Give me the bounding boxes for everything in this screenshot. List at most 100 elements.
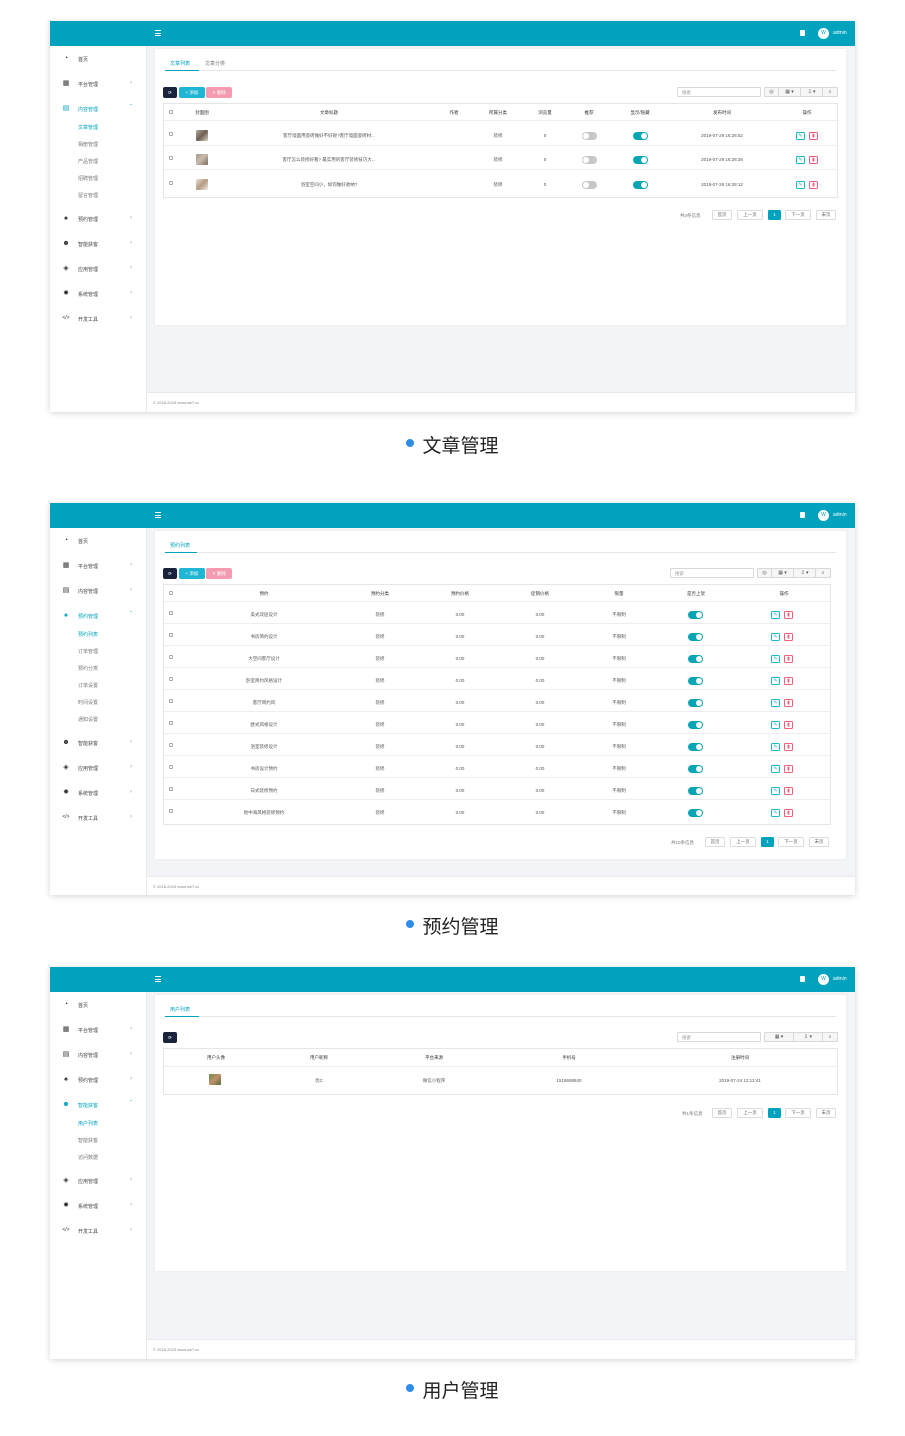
refresh-button[interactable]: ⟳ [163, 568, 177, 579]
sidebar-item-customers[interactable]: ☻ 智能获客 › [50, 237, 147, 251]
search-icon[interactable]: ⌕ [823, 1033, 837, 1041]
edit-icon[interactable]: ✎ [771, 809, 780, 817]
search-icon[interactable]: ⌕ [823, 88, 837, 96]
recommend-toggle[interactable] [582, 181, 597, 189]
pager-last[interactable]: 末页 [809, 837, 829, 847]
row-checkbox[interactable] [169, 132, 173, 136]
columns-dropdown-icon[interactable]: ▦ ▾ [779, 88, 801, 96]
row-checkbox[interactable] [169, 765, 173, 769]
sidebar-item-apps[interactable]: ◈ 应用管理 › [50, 761, 147, 775]
trash-icon[interactable]: ▮ [784, 655, 793, 663]
sidebar-item-system[interactable]: ✹ 系统管理 › [50, 786, 147, 800]
edit-icon[interactable]: ✎ [771, 743, 780, 751]
row-checkbox[interactable] [169, 633, 173, 637]
on-shelf-toggle[interactable] [688, 677, 703, 685]
refresh-button[interactable]: ⟳ [163, 87, 177, 98]
edit-icon[interactable]: ✎ [771, 721, 780, 729]
sidebar-item-content[interactable]: ▤ 内容管理 ˇ [50, 102, 147, 116]
pager-prev[interactable]: 上一页 [737, 1108, 763, 1118]
trash-icon[interactable]: ▮ [784, 611, 793, 619]
on-shelf-toggle[interactable] [688, 809, 703, 817]
tab-article-list[interactable]: 文章列表 [170, 60, 190, 67]
sidebar-item-booking[interactable]: ♠ 预约管理 › [50, 212, 147, 226]
on-shelf-toggle[interactable] [688, 765, 703, 773]
sidebar-subitem[interactable]: 预约列表 [78, 631, 98, 638]
row-checkbox[interactable] [169, 743, 173, 747]
recommend-toggle[interactable] [582, 132, 597, 140]
search-input[interactable]: 搜索 [677, 87, 761, 97]
trash-icon[interactable]: ▮ [784, 699, 793, 707]
select-all-checkbox[interactable] [169, 591, 173, 595]
sidebar-item-booking[interactable]: ♠ 预约管理 ˇ [50, 609, 147, 623]
visible-toggle[interactable] [633, 156, 648, 164]
delete-button[interactable]: ✕ 删除 [206, 568, 232, 579]
tab-user-list[interactable]: 用户列表 [170, 1006, 190, 1013]
delete-button[interactable]: ✕ 删除 [206, 87, 232, 98]
trash-icon[interactable]: ▮ [784, 743, 793, 751]
sidebar-item-content[interactable]: ▤ 内容管理 › [50, 584, 147, 598]
sidebar-subitem[interactable]: 通知设置 [78, 716, 98, 723]
sidebar-item-home[interactable]: ◔ 首页 [50, 998, 147, 1012]
sidebar-subitem[interactable]: 访问数据 [78, 1154, 98, 1161]
sidebar-subitem[interactable]: 订单设置 [78, 682, 98, 689]
row-checkbox[interactable] [169, 156, 173, 160]
select-all-checkbox[interactable] [169, 110, 173, 114]
edit-icon[interactable]: ✎ [796, 156, 805, 164]
sidebar-item-system[interactable]: ✹ 系统管理 › [50, 287, 147, 301]
sidebar-subitem[interactable]: 留言管理 [78, 192, 98, 199]
trash-icon[interactable]: ▮ [784, 633, 793, 641]
pager-current[interactable]: 1 [768, 210, 781, 220]
sidebar-subitem[interactable]: 用户列表 [78, 1120, 98, 1127]
sidebar-item-devtools[interactable]: </> 开发工具 › [50, 811, 147, 825]
lock-icon[interactable] [800, 512, 805, 518]
sidebar-subitem[interactable]: 文章管理 [78, 124, 98, 131]
trash-icon[interactable]: ▮ [784, 721, 793, 729]
trash-icon[interactable]: ▮ [784, 809, 793, 817]
toggle-view-icon[interactable]: ◎ [758, 569, 772, 577]
sidebar-subitem[interactable]: 订单管理 [78, 648, 98, 655]
pager-prev[interactable]: 上一页 [737, 210, 763, 220]
hamburger-menu-icon[interactable] [155, 512, 161, 518]
sidebar-subitem[interactable]: 产品管理 [78, 158, 98, 165]
toggle-view-icon[interactable]: ◎ [765, 88, 779, 96]
sidebar-item-platform[interactable]: ▦ 平台管理 › [50, 1023, 147, 1037]
search-input[interactable]: 搜索 [677, 1032, 761, 1042]
pager-prev[interactable]: 上一页 [730, 837, 756, 847]
tab-booking-list[interactable]: 预约列表 [170, 542, 190, 549]
sidebar-item-customers[interactable]: ☻ 智能获客 › [50, 736, 147, 750]
pager-first[interactable]: 首页 [705, 837, 725, 847]
edit-icon[interactable]: ✎ [771, 787, 780, 795]
refresh-button[interactable]: ⟳ [163, 1032, 177, 1043]
row-checkbox[interactable] [169, 699, 173, 703]
edit-icon[interactable]: ✎ [771, 633, 780, 641]
row-checkbox[interactable] [169, 181, 173, 185]
edit-icon[interactable]: ✎ [771, 611, 780, 619]
on-shelf-toggle[interactable] [688, 787, 703, 795]
sidebar-subitem[interactable]: 相册管理 [78, 141, 98, 148]
on-shelf-toggle[interactable] [688, 655, 703, 663]
recommend-toggle[interactable] [582, 156, 597, 164]
avatar[interactable]: W [818, 974, 829, 985]
pager-last[interactable]: 末页 [816, 210, 836, 220]
hamburger-menu-icon[interactable] [155, 976, 161, 982]
pager-current[interactable]: 1 [761, 837, 774, 847]
pager-next[interactable]: 下一页 [778, 837, 804, 847]
row-checkbox[interactable] [169, 809, 173, 813]
trash-icon[interactable]: ▮ [809, 181, 818, 189]
sidebar-item-apps[interactable]: ◈ 应用管理 › [50, 1174, 147, 1188]
sidebar-item-platform[interactable]: ▦ 平台管理 › [50, 559, 147, 573]
username[interactable]: admin [833, 30, 847, 36]
on-shelf-toggle[interactable] [688, 721, 703, 729]
sidebar-subitem[interactable]: 招聘管理 [78, 175, 98, 182]
visible-toggle[interactable] [633, 132, 648, 140]
edit-icon[interactable]: ✎ [771, 765, 780, 773]
pager-next[interactable]: 下一页 [785, 210, 811, 220]
search-input[interactable]: 搜索 [670, 568, 754, 578]
lock-icon[interactable] [800, 976, 805, 982]
sidebar-subitem[interactable]: 预约分类 [78, 665, 98, 672]
edit-icon[interactable]: ✎ [771, 655, 780, 663]
columns-dropdown-icon[interactable]: ▦ ▾ [765, 1033, 794, 1041]
trash-icon[interactable]: ▮ [809, 132, 818, 140]
trash-icon[interactable]: ▮ [784, 765, 793, 773]
sidebar-item-content[interactable]: ▤ 内容管理 › [50, 1048, 147, 1062]
